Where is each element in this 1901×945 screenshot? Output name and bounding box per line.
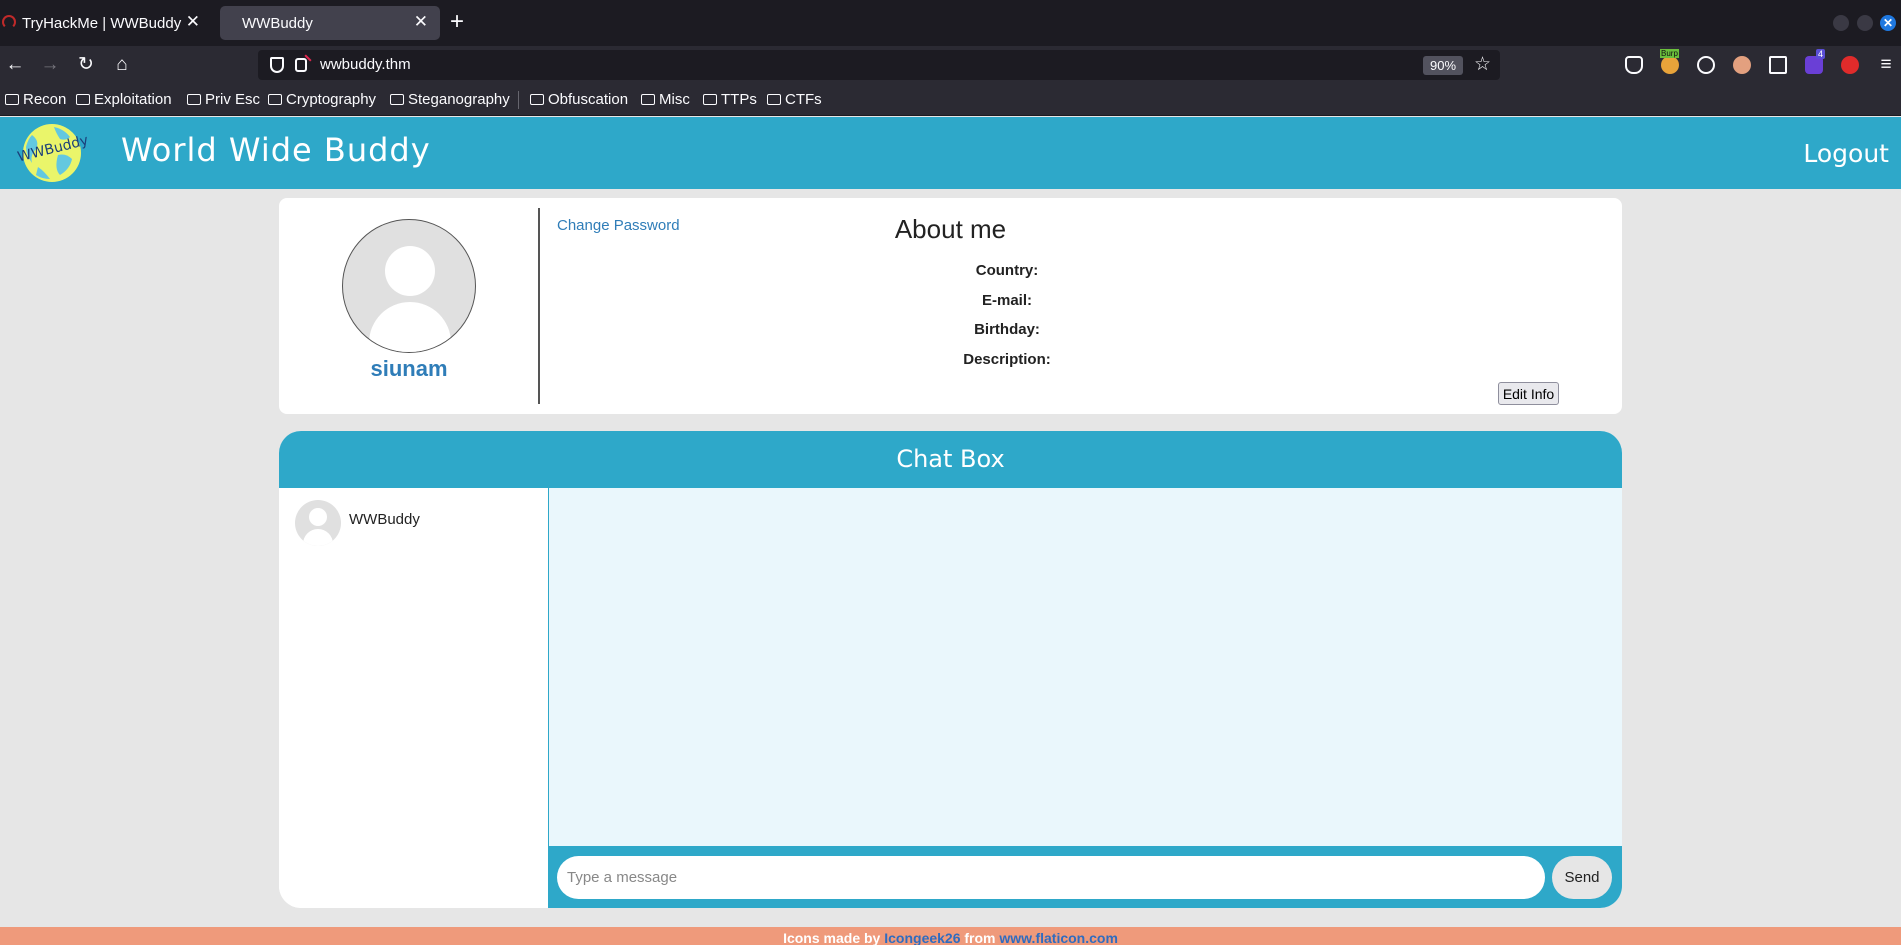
email-label: E-mail:: [981, 291, 1032, 309]
pocket-icon[interactable]: [1625, 56, 1643, 74]
back-arrow-icon[interactable]: ←: [4, 54, 26, 76]
contact-item[interactable]: WWBuddy: [295, 500, 420, 546]
folder-icon: [5, 94, 19, 105]
message-input[interactable]: [557, 856, 1545, 899]
browser-tab-bar: TryHackMe | WWBuddy ✕ WWBuddy ✕ + ✕: [0, 0, 1901, 46]
bookmark-obfuscation[interactable]: Obfuscation: [530, 91, 628, 108]
bookmarks-toolbar: Recon Exploitation Priv Esc Cryptography…: [0, 84, 1901, 116]
footer-author-link[interactable]: Icongeek26: [884, 930, 960, 945]
birthday-label: Birthday:: [974, 321, 1040, 338]
bookmark-label: Exploitation: [94, 91, 172, 108]
home-icon[interactable]: ⌂: [111, 54, 133, 76]
avatar-head-shape: [385, 246, 435, 296]
browser-tab-wwbuddy[interactable]: WWBuddy ✕: [220, 6, 440, 40]
folder-icon: [703, 94, 717, 105]
profile-card: siunam About me Change Password Country:…: [279, 198, 1622, 414]
wwbuddy-logo[interactable]: WWBuddy: [14, 121, 92, 185]
change-password-link[interactable]: Change Password: [557, 217, 680, 234]
tryhackme-favicon-icon: [2, 15, 16, 29]
browser-tab-tryhackme[interactable]: TryHackMe | WWBuddy ✕: [0, 6, 212, 40]
user-agent-extension-icon[interactable]: [1733, 56, 1751, 74]
chat-title: Chat Box: [896, 445, 1005, 473]
tab-title: WWBuddy: [242, 14, 313, 32]
bookmark-star-icon[interactable]: ☆: [1474, 53, 1491, 76]
bookmark-recon[interactable]: Recon: [5, 91, 66, 108]
insecure-lock-icon[interactable]: [295, 58, 307, 72]
description-label: Description:: [963, 350, 1051, 368]
footer-prefix: Icons made by: [783, 930, 881, 945]
profile-username: siunam: [370, 356, 448, 381]
burp-extension-icon[interactable]: Burp: [1660, 49, 1679, 74]
avatar-head-shape: [309, 508, 327, 526]
reload-icon[interactable]: ↻: [75, 54, 97, 76]
bookmark-label: Recon: [23, 91, 67, 108]
tracking-shield-icon[interactable]: [270, 57, 284, 73]
bookmark-exploitation[interactable]: Exploitation: [76, 91, 172, 108]
new-tab-plus-icon[interactable]: +: [450, 10, 464, 34]
contact-avatar: [295, 500, 341, 546]
tab-title: TryHackMe | WWBuddy: [22, 14, 182, 32]
hamburger-menu-icon[interactable]: ≡: [1875, 54, 1897, 76]
bookmark-priv-esc[interactable]: Priv Esc: [187, 91, 260, 108]
footer-credits: Icons made by Icongeek26 from www.flatic…: [0, 927, 1901, 945]
send-button[interactable]: Send: [1552, 856, 1612, 899]
site-header: WWBuddy World Wide Buddy Logout: [0, 117, 1901, 189]
bookmark-misc[interactable]: Misc: [641, 91, 690, 108]
bookmark-label: Obfuscation: [548, 91, 629, 108]
avatar-body-shape: [369, 302, 451, 352]
bookmark-ctfs[interactable]: CTFs: [767, 91, 822, 108]
burp-badge: Burp: [1660, 49, 1679, 58]
bookmark-ttps[interactable]: TTPs: [703, 91, 757, 108]
bookmark-label: Cryptography: [286, 91, 377, 108]
folder-icon: [530, 94, 544, 105]
bookmark-steganography[interactable]: Steganography: [390, 91, 510, 108]
minimize-window-icon[interactable]: [1833, 15, 1849, 31]
footer-middle: from: [964, 930, 996, 945]
footer-site-link[interactable]: www.flaticon.com: [999, 930, 1118, 945]
cookie-icon[interactable]: [1697, 56, 1715, 74]
folder-icon: [268, 94, 282, 105]
url-bar[interactable]: wwbuddy.thm 90% ☆: [258, 50, 1500, 80]
contact-name: WWBuddy: [349, 510, 420, 528]
country-label: Country:: [975, 262, 1039, 279]
extension-badge-icon[interactable]: 4: [1805, 49, 1825, 74]
close-tab-icon[interactable]: ✕: [186, 12, 200, 32]
bookmark-label: Priv Esc: [205, 91, 261, 108]
contact-list: WWBuddy: [279, 488, 548, 908]
foxyproxy-icon[interactable]: [1841, 56, 1859, 74]
chat-box: Chat Box WWBuddy Send: [279, 431, 1622, 908]
trash-icon[interactable]: [1769, 56, 1787, 74]
bookmark-label: Misc: [659, 91, 690, 108]
extension-badge-count: 4: [1815, 49, 1825, 59]
message-area[interactable]: [548, 488, 1622, 846]
edit-info-button[interactable]: Edit Info: [1498, 382, 1559, 405]
folder-icon: [767, 94, 781, 105]
about-me-heading: About me: [894, 214, 1007, 244]
browser-nav-bar: ← → ↻ ⌂ wwbuddy.thm 90% ☆ Burp 4 ≡: [0, 46, 1901, 84]
site-title: World Wide Buddy: [121, 131, 431, 169]
maximize-window-icon[interactable]: [1857, 15, 1873, 31]
forward-arrow-icon[interactable]: →: [39, 54, 61, 76]
folder-icon: [390, 94, 404, 105]
url-text[interactable]: wwbuddy.thm: [320, 56, 411, 73]
bookmark-label: CTFs: [785, 91, 822, 108]
avatar-body-shape: [303, 529, 333, 546]
folder-icon: [76, 94, 90, 105]
chat-header: Chat Box: [279, 431, 1622, 488]
about-me-fields: Country: E-mail: Birthday: Description:: [837, 262, 1177, 380]
message-composer: Send: [548, 846, 1622, 908]
bookmark-cryptography[interactable]: Cryptography: [268, 91, 376, 108]
bookmark-separator: [518, 91, 519, 109]
folder-icon: [641, 94, 655, 105]
bookmark-label: Steganography: [408, 91, 510, 108]
folder-icon: [187, 94, 201, 105]
logout-link[interactable]: Logout: [1803, 139, 1889, 168]
close-window-icon[interactable]: ✕: [1880, 15, 1896, 31]
bookmark-label: TTPs: [721, 91, 757, 108]
close-tab-icon[interactable]: ✕: [414, 12, 428, 32]
zoom-level-badge[interactable]: 90%: [1423, 56, 1463, 75]
